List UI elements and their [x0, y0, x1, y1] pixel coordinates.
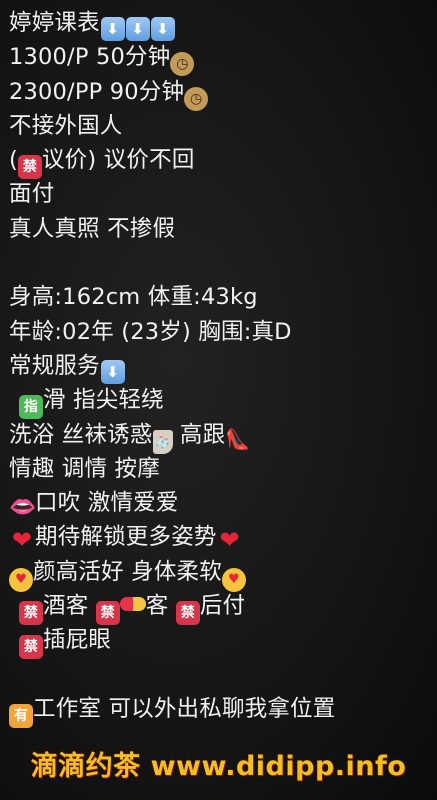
line-service-5: ❤ 期待解锁更多姿势 ❤	[9, 520, 437, 554]
arrow-down-icon: ⬇	[125, 17, 150, 41]
forbidden-icon: 禁	[95, 601, 120, 626]
sock-icon: 🧦	[152, 429, 173, 454]
line-age: 年龄:02年 (23岁) 胸围:真D	[9, 318, 292, 345]
line-restrictions-2: 禁插屁眼	[9, 623, 437, 660]
line-pay-in-person: 面付	[9, 181, 55, 208]
line-real-photo: 真人真照 不掺假	[9, 215, 176, 242]
line-schedule-title: 婷婷课表 ⬇ ⬇ ⬇	[9, 6, 437, 41]
mantel-clock-icon: ◷	[170, 52, 195, 77]
red-heart-icon: ❤	[219, 526, 240, 555]
line-location: 有工作室 可以外出私聊我拿位置	[9, 692, 437, 728]
forbidden-icon: 禁	[17, 155, 42, 180]
line-no-bargain: (禁议价) 议价不回	[9, 143, 437, 180]
watermark: 滴滴约茶 www.didipp.info	[30, 751, 407, 782]
line-service-1: 指滑 指尖轻绕	[9, 383, 437, 420]
pill-icon	[119, 597, 146, 612]
message-text: 婷婷课表 ⬇ ⬇ ⬇ 1300/P 50分钟 ◷ 2300/PP 90分钟 ◷ 不接外国人…	[9, 6, 437, 728]
high-heel-icon: 👠	[225, 426, 251, 451]
line-service-2: 洗浴 丝袜诱惑 🧦 高跟👠	[9, 418, 437, 454]
red-heart-icon: ❤	[11, 526, 33, 555]
forbidden-icon: 禁	[19, 635, 43, 660]
line-service-6: ♥ 颜高活好 身体柔软 ♥	[9, 555, 437, 592]
have-badge-icon: 有	[9, 703, 33, 728]
line-restrictions-1: 禁酒客 禁客 禁后付	[9, 589, 437, 626]
line-services-title: 常规服务 ⬇	[9, 349, 437, 384]
arrow-down-icon: ⬇	[150, 17, 175, 41]
arrow-down-icon: ⬇	[100, 359, 125, 384]
line-no-foreigners: 不接外国人	[9, 112, 123, 139]
line-price-1: 1300/P 50分钟 ◷	[9, 40, 437, 77]
lips-icon: 👄	[9, 495, 37, 521]
forbidden-icon: 禁	[175, 601, 200, 626]
line-height-weight: 身高:162cm 体重:43kg	[9, 284, 258, 311]
line-service-3: 情趣 调情 按摩	[9, 455, 160, 482]
arrow-down-icon: ⬇	[100, 17, 125, 41]
line-price-2: 2300/PP 90分钟 ◷	[9, 75, 437, 111]
forbidden-icon: 禁	[19, 601, 43, 626]
mantel-clock-icon: ◷	[184, 86, 209, 111]
finger-badge-icon: 指	[19, 395, 43, 420]
line-service-4: 👄口吹 激情爱爱	[9, 490, 179, 521]
